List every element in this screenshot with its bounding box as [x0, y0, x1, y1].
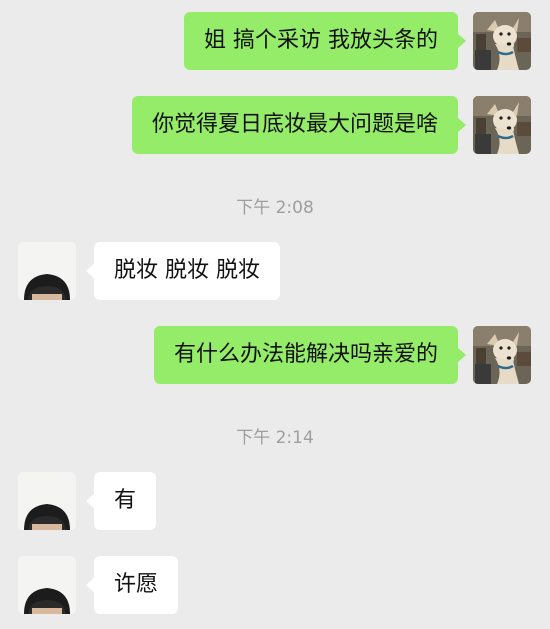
dog-avatar-icon [473, 326, 531, 384]
message-bubble-outgoing[interactable]: 你觉得夏日底妆最大问题是啥 [131, 96, 467, 154]
my-avatar[interactable] [473, 326, 531, 384]
contact-avatar[interactable] [18, 556, 76, 614]
message-bubble-incoming[interactable]: 有 [85, 472, 157, 530]
message-text: 许愿 [114, 572, 159, 597]
my-avatar[interactable] [473, 12, 531, 70]
my-avatar[interactable] [473, 96, 531, 154]
person-avatar-icon [18, 242, 76, 300]
timestamp: 下午 2:14 [236, 428, 314, 448]
message-text: 你觉得夏日底妆最大问题是啥 [151, 112, 438, 137]
message-text: 有什么办法能解决吗亲爱的 [173, 342, 438, 367]
message-bubble-incoming[interactable]: 许愿 [85, 556, 179, 614]
contact-avatar[interactable] [18, 242, 76, 300]
message-bubble-outgoing[interactable]: 有什么办法能解决吗亲爱的 [153, 326, 467, 384]
message-bubble-outgoing[interactable]: 姐 搞个采访 我放头条的 [184, 12, 466, 70]
message-text: 有 [114, 488, 137, 513]
contact-avatar[interactable] [18, 472, 76, 530]
message-text: 姐 搞个采访 我放头条的 [204, 28, 438, 53]
person-avatar-icon [18, 472, 76, 530]
message-text: 脱妆 脱妆 脱妆 [114, 258, 260, 283]
dog-avatar-icon [473, 96, 531, 154]
timestamp: 下午 2:08 [236, 198, 314, 218]
person-avatar-icon [18, 556, 76, 614]
message-bubble-incoming[interactable]: 脱妆 脱妆 脱妆 [86, 242, 280, 300]
dog-avatar-icon [473, 12, 531, 70]
